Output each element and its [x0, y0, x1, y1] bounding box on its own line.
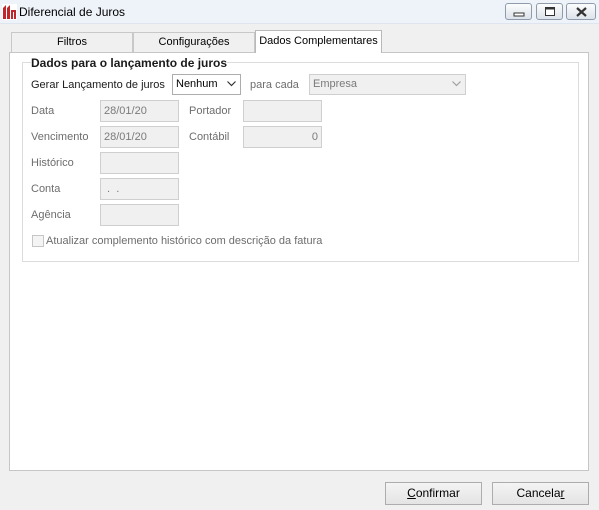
historico-field[interactable] [100, 152, 179, 174]
cancelar-mnemonic: r [560, 486, 565, 500]
app-logo-icon [2, 4, 17, 20]
gerar-lancamento-select[interactable]: Nenhum [172, 74, 241, 95]
chevron-down-icon [227, 81, 236, 87]
agencia-label: Agência [31, 209, 71, 221]
data-field[interactable]: 28/01/20 [100, 100, 179, 122]
minimize-icon [513, 12, 525, 17]
confirmar-mnemonic: C [407, 486, 416, 500]
group-title: Dados para o lançamento de juros [31, 56, 228, 70]
vencimento-field[interactable]: 28/01/20 [100, 126, 179, 148]
portador-field[interactable] [243, 100, 322, 122]
conta-field[interactable]: . . [100, 178, 179, 200]
tab-filtros[interactable]: Filtros [11, 32, 133, 52]
dados-lancamento-group: Dados para o lançamento de juros Gerar L… [22, 56, 579, 262]
portador-label: Portador [189, 105, 232, 117]
close-button[interactable] [566, 3, 596, 20]
para-cada-select[interactable]: Empresa [309, 74, 466, 95]
cancelar-button[interactable]: Cancelar [492, 482, 589, 505]
vencimento-label: Vencimento [31, 131, 89, 143]
tab-configuracoes[interactable]: Configurações [133, 32, 255, 52]
conta-label: Conta [31, 183, 61, 195]
atualizar-complemento-label: Atualizar complemento histórico com desc… [46, 235, 323, 247]
chevron-down-icon [452, 81, 461, 87]
atualizar-complemento-checkbox[interactable] [32, 235, 44, 247]
contabil-label: Contábil [189, 131, 230, 143]
gerar-lancamento-value: Nenhum [176, 78, 218, 90]
historico-label: Histórico [31, 157, 74, 169]
close-icon [576, 7, 587, 17]
maximize-button[interactable] [536, 3, 563, 20]
gerar-lancamento-label: Gerar Lançamento de juros [31, 79, 165, 91]
agencia-field[interactable] [100, 204, 179, 226]
cancelar-label: Cancela [516, 486, 561, 500]
minimize-button[interactable] [505, 3, 532, 20]
confirmar-button[interactable]: Confirmar [385, 482, 482, 505]
para-cada-value: Empresa [313, 78, 358, 90]
data-label: Data [31, 105, 55, 117]
window-title: Diferencial de Juros [19, 5, 126, 19]
contabil-field[interactable]: 0 [243, 126, 322, 148]
tab-dados-complementares[interactable]: Dados Complementares [255, 30, 382, 53]
confirmar-label: onfirmar [415, 486, 460, 500]
tab-panel: Dados para o lançamento de juros Gerar L… [9, 52, 589, 471]
para-cada-label: para cada [250, 79, 299, 91]
title-bar: Diferencial de Juros [0, 0, 599, 24]
maximize-icon [545, 7, 555, 16]
